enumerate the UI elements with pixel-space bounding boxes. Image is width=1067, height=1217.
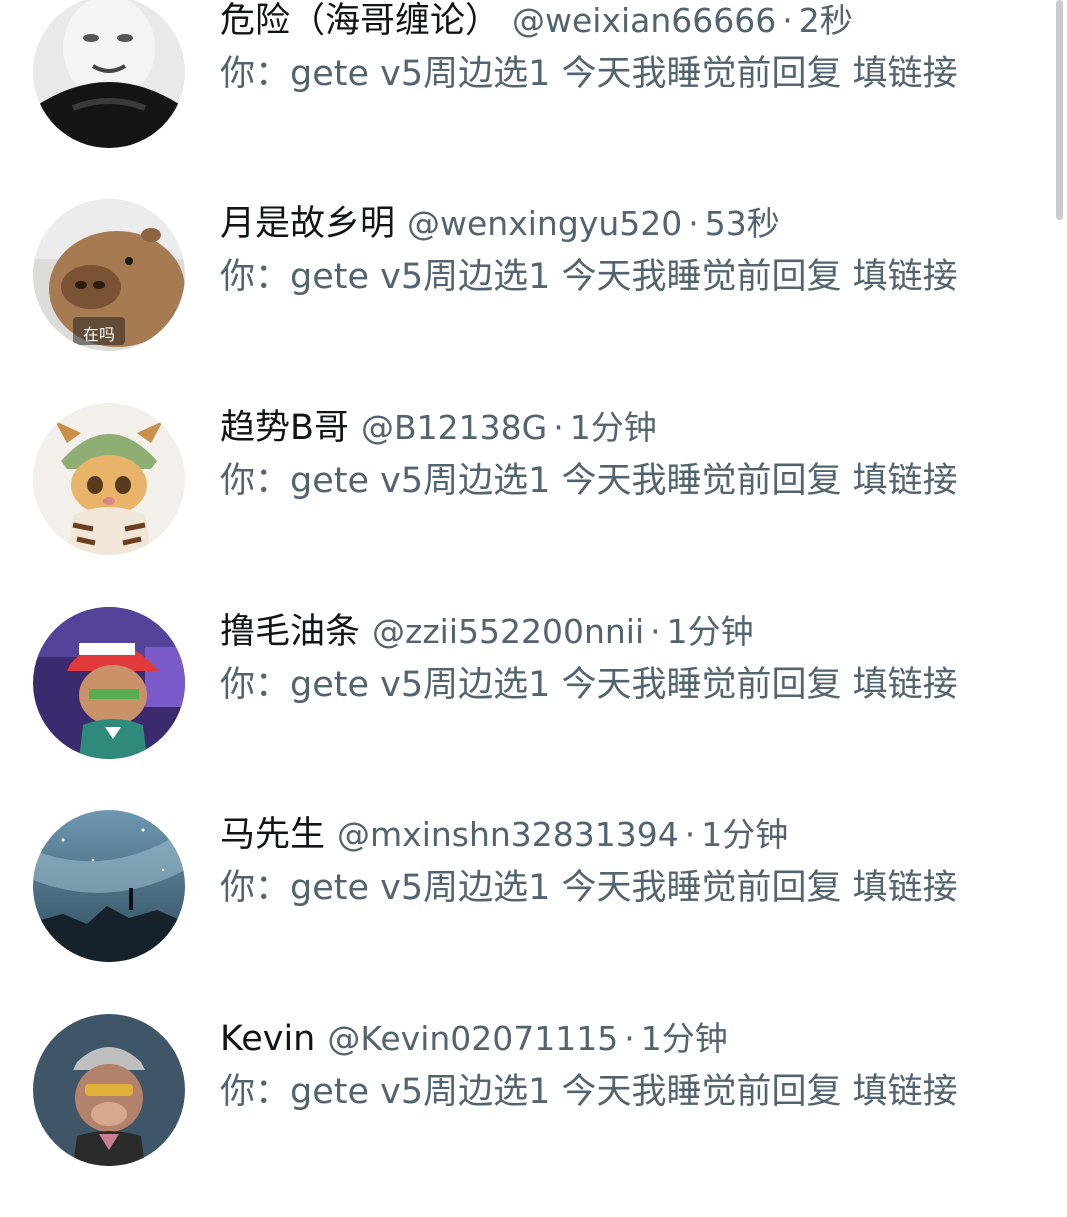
message-list: 危险（海哥缠论） @weixian66666 · 2秒 你：gete v5周边选1 今…	[0, 0, 1067, 1200]
conversation-header: Kevin @Kevin02071115 · 1分钟	[220, 1014, 1020, 1064]
conversation-row[interactable]: 在吗 月是故乡明 @wenxingyu520 · 53秒 你：gete v5周边选1 …	[0, 199, 1040, 402]
conversation-row[interactable]: 撸毛油条 @zzii552200nnii · 1分钟 你：gete v5周边选1 今天…	[0, 607, 1040, 810]
message-preview: 你：gete v5周边选1 今天我睡觉前回复 填链接	[220, 257, 958, 297]
message-preview: 你：gete v5周边选1 今天我睡觉前回复 填链接	[220, 868, 958, 908]
separator-dot: ·	[684, 815, 696, 854]
separator-dot: ·	[650, 612, 661, 651]
timestamp: 2秒	[798, 1, 853, 40]
tiger-cat-avatar[interactable]	[33, 403, 185, 555]
separator-dot: ·	[553, 408, 564, 447]
cartoon-cap-avatar[interactable]	[33, 607, 185, 759]
conversation-header: 马先生 @mxinshn32831394 · 1分钟	[220, 810, 1020, 860]
timestamp: 1分钟	[640, 1019, 728, 1058]
separator-dot: ·	[688, 204, 699, 243]
conversation-header: 趋势B哥 @B12138G · 1分钟	[220, 403, 1020, 453]
conversation-row[interactable]: 马先生 @mxinshn32831394 · 1分钟 你：gete v5周边选1 今天…	[0, 810, 1040, 1013]
meme-face-avatar[interactable]	[33, 0, 185, 148]
separator-dot: ·	[624, 1019, 635, 1058]
user-handle: @Kevin02071115	[327, 1019, 619, 1058]
conversation-row[interactable]: Kevin @Kevin02071115 · 1分钟 你：gete v5周边选1 今天…	[0, 1014, 1040, 1217]
timestamp: 1分钟	[701, 815, 789, 854]
scrollbar[interactable]	[1056, 0, 1063, 220]
separator-dot: ·	[782, 1, 793, 40]
conversation-row[interactable]: 趋势B哥 @B12138G · 1分钟 你：gete v5周边选1 今天我睡觉前回复 …	[0, 403, 1040, 606]
user-handle: @zzii552200nnii	[372, 612, 645, 651]
timestamp: 1分钟	[569, 408, 657, 447]
display-name: Kevin	[220, 1019, 316, 1059]
avatar-caption: 在吗	[83, 325, 116, 344]
message-preview: 你：gete v5周边选1 今天我睡觉前回复 填链接	[220, 1072, 958, 1112]
message-preview: 你：gete v5周边选1 今天我睡觉前回复 填链接	[220, 461, 958, 501]
display-name: 马先生	[220, 815, 326, 855]
user-handle: @weixian66666	[512, 1, 777, 40]
galaxy-avatar[interactable]	[33, 810, 185, 962]
display-name: 趋势B哥	[220, 408, 350, 448]
conversation-header: 撸毛油条 @zzii552200nnii · 1分钟	[220, 607, 1020, 657]
capybara-avatar[interactable]: 在吗	[33, 199, 185, 351]
ape-avatar[interactable]	[33, 1014, 185, 1166]
display-name: 危险（海哥缠论）	[220, 1, 501, 41]
display-name: 撸毛油条	[220, 612, 361, 652]
message-preview: 你：gete v5周边选1 今天我睡觉前回复 填链接	[220, 665, 958, 705]
timestamp: 1分钟	[666, 612, 754, 651]
timestamp: 53秒	[704, 204, 780, 243]
display-name: 月是故乡明	[220, 204, 396, 244]
conversation-header: 危险（海哥缠论） @weixian66666 · 2秒	[220, 0, 1020, 46]
user-handle: @mxinshn32831394	[337, 815, 679, 854]
conversation-header: 月是故乡明 @wenxingyu520 · 53秒	[220, 199, 1020, 249]
user-handle: @wenxingyu520	[407, 204, 683, 243]
message-preview: 你：gete v5周边选1 今天我睡觉前回复 填链接	[220, 54, 958, 94]
conversation-row[interactable]: 危险（海哥缠论） @weixian66666 · 2秒 你：gete v5周边选1 今…	[0, 0, 1040, 199]
user-handle: @B12138G	[361, 408, 548, 447]
